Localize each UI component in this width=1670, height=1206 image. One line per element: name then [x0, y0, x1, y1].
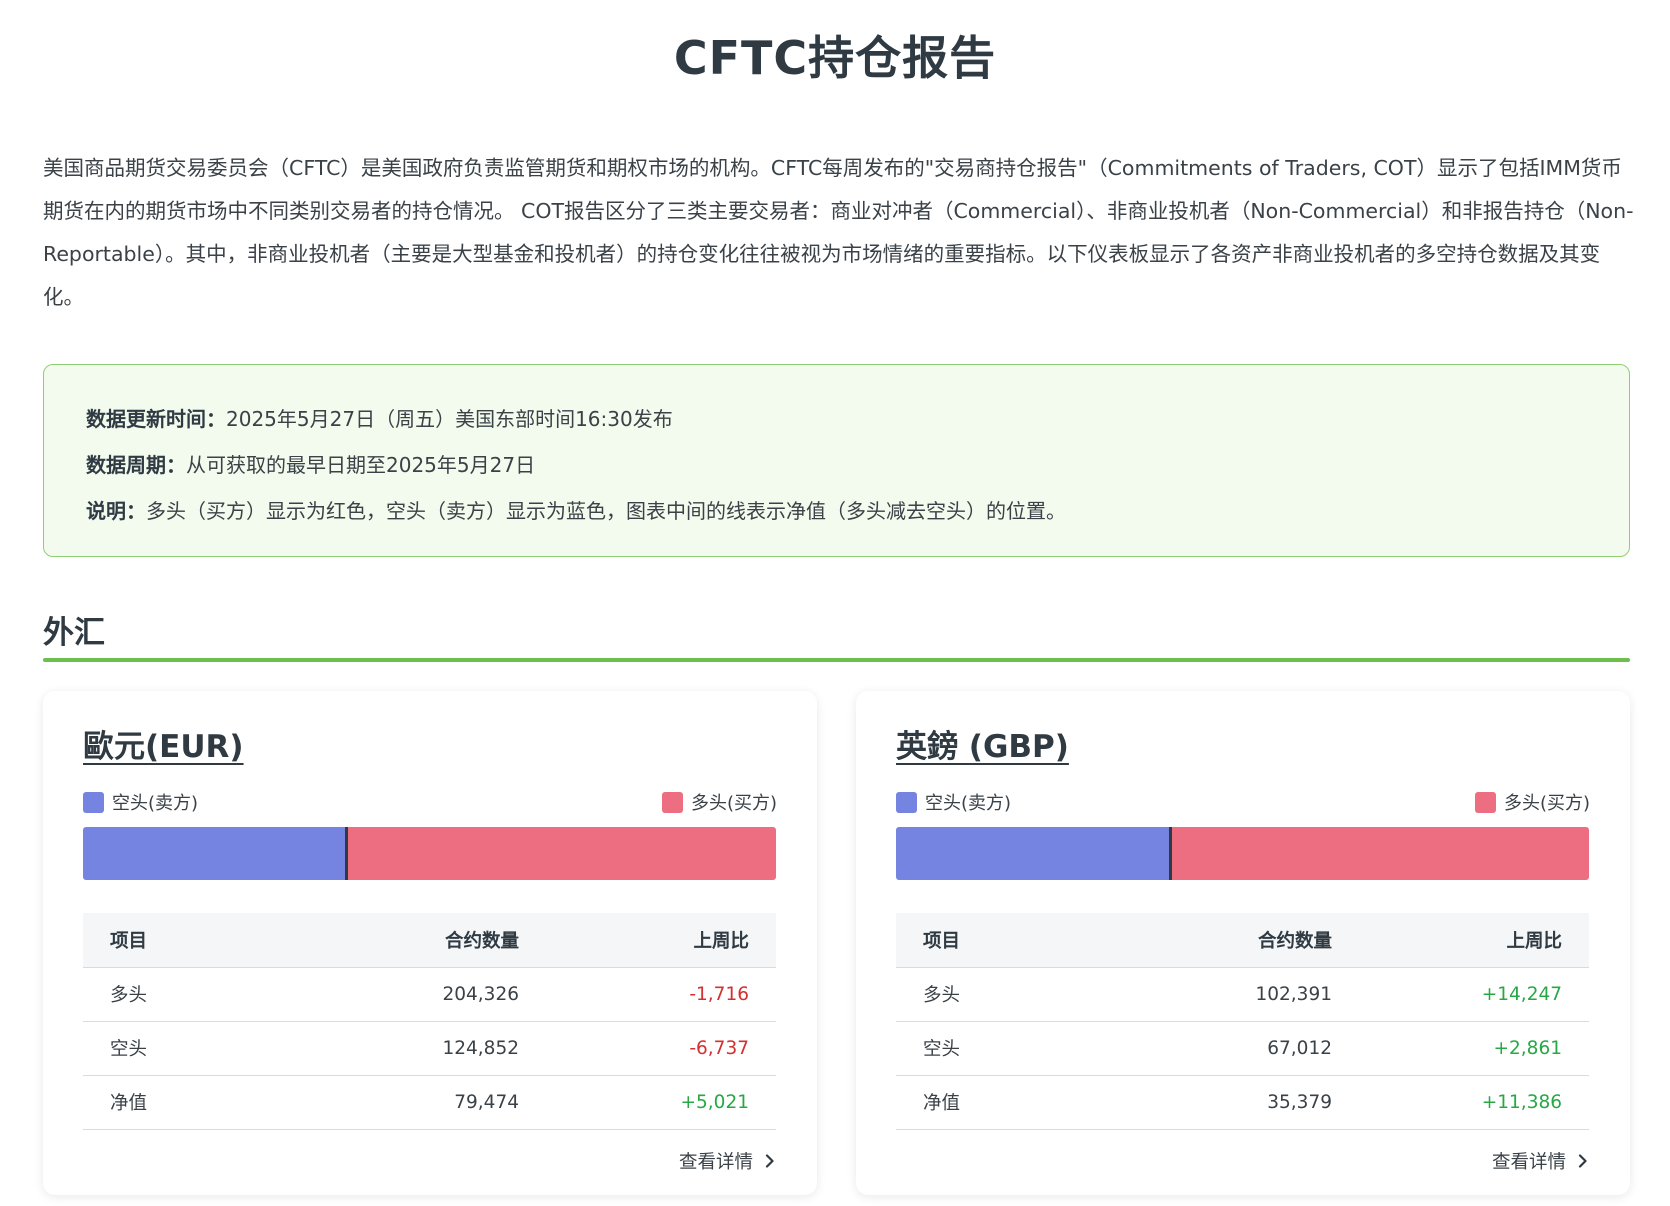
view-details-label: 查看详情 [678, 1152, 753, 1173]
position-table: 项目 合约数量 上周比 多头 102,391 +14,247 空头 67,012… [896, 913, 1589, 1130]
cell-item: 净值 [83, 1075, 273, 1130]
table-header-row: 项目 合约数量 上周比 [896, 913, 1589, 968]
table-row-short: 空头 67,012 +2,861 [896, 1021, 1589, 1076]
legend-long-swatch [661, 791, 683, 813]
data-period-value: 从可获取的最早日期至2025年5月27日 [186, 453, 536, 477]
legend-long-swatch [1474, 791, 1496, 813]
legend-short: 空头(卖方) [83, 789, 198, 815]
chevron-right-icon [1578, 1154, 1587, 1168]
section-title-forex: 外汇 [43, 615, 105, 651]
table-header-row: 项目 合约数量 上周比 [83, 913, 776, 968]
note-value: 多头（买方）显示为红色，空头（卖方）显示为蓝色，图表中间的线表示净值（多头减去空… [146, 499, 1066, 523]
position-table: 项目 合约数量 上周比 多头 204,326 -1,716 空头 124,852… [83, 913, 776, 1130]
cell-contracts: 124,852 [273, 1021, 519, 1076]
note-line: 说明：多头（买方）显示为红色，空头（卖方）显示为蓝色，图表中间的线表示净值（多头… [86, 488, 1587, 534]
header-contracts: 合约数量 [273, 913, 519, 968]
cell-contracts: 79,474 [273, 1075, 519, 1130]
legend-long-label: 多头(买方) [690, 793, 777, 814]
cell-change: +2,861 [1332, 1021, 1589, 1076]
update-time-value: 2025年5月27日（周五）美国东部时间16:30发布 [226, 407, 673, 431]
table-row-long: 多头 102,391 +14,247 [896, 967, 1589, 1022]
page-title: CFTC持仓报告 [673, 31, 997, 85]
position-bar [896, 827, 1589, 880]
card-title-gbp[interactable]: 英鎊 (GBP) [896, 721, 1069, 766]
header-wow: 上周比 [519, 913, 776, 968]
header-item: 项目 [896, 913, 1086, 968]
cell-contracts: 102,391 [1086, 967, 1332, 1022]
header-wow: 上周比 [1332, 913, 1589, 968]
view-details-link-eur[interactable]: 查看详情 [679, 1148, 777, 1174]
note-label: 说明： [86, 499, 146, 523]
table-row-long: 多头 204,326 -1,716 [83, 967, 776, 1022]
header-contracts: 合约数量 [1086, 913, 1332, 968]
cell-change: +5,021 [519, 1075, 776, 1130]
cell-item: 多头 [83, 967, 273, 1022]
cell-item: 多头 [896, 967, 1086, 1022]
bar-short-segment [896, 827, 1171, 880]
cell-contracts: 204,326 [273, 967, 519, 1022]
update-time-line: 数据更新时间：2025年5月27日（周五）美国东部时间16:30发布 [86, 396, 1587, 442]
cell-change: -1,716 [519, 967, 776, 1022]
header-item: 项目 [83, 913, 273, 968]
update-time-label: 数据更新时间： [86, 407, 226, 431]
legend-short-swatch [896, 791, 917, 813]
net-position-marker [344, 827, 348, 880]
legend-long: 多头(买方) [661, 789, 777, 815]
card-title-eur[interactable]: 歐元(EUR) [83, 721, 244, 766]
legend-short: 空头(卖方) [896, 789, 1011, 815]
intro-paragraph: 美国商品期货交易委员会（CFTC）是美国政府负责监管期货和期权市场的机构。CFT… [43, 156, 1634, 309]
position-bar [83, 827, 776, 880]
table-row-net: 净值 35,379 +11,386 [896, 1075, 1589, 1130]
cell-item: 净值 [896, 1075, 1086, 1130]
data-period-label: 数据周期： [86, 453, 186, 477]
cell-item: 空头 [83, 1021, 273, 1076]
legend-short-label: 空头(卖方) [925, 793, 1012, 814]
bar-long-segment [345, 827, 776, 880]
card-gbp: 英鎊 (GBP) 空头(卖方) 多头(买方) 项目 合约数量 上周比 多头 10… [856, 691, 1630, 1195]
cell-contracts: 35,379 [1086, 1075, 1332, 1130]
cell-change: +14,247 [1332, 967, 1589, 1022]
info-box: 数据更新时间：2025年5月27日（周五）美国东部时间16:30发布 数据周期：… [43, 364, 1630, 557]
view-details-link-gbp[interactable]: 查看详情 [1492, 1148, 1590, 1174]
table-row-net: 净值 79,474 +5,021 [83, 1075, 776, 1130]
legend-long: 多头(买方) [1474, 789, 1590, 815]
cell-item: 空头 [896, 1021, 1086, 1076]
cell-contracts: 67,012 [1086, 1021, 1332, 1076]
bar-short-segment [83, 827, 346, 880]
data-period-line: 数据周期：从可获取的最早日期至2025年5月27日 [86, 442, 1587, 488]
net-position-marker [1169, 827, 1173, 880]
bar-long-segment [1170, 827, 1589, 880]
legend-short-swatch [83, 791, 104, 813]
table-row-short: 空头 124,852 -6,737 [83, 1021, 776, 1076]
section-divider [43, 658, 1630, 662]
cell-change: -6,737 [519, 1021, 776, 1076]
legend-short-label: 空头(卖方) [112, 793, 199, 814]
chevron-right-icon [765, 1154, 774, 1168]
card-eur: 歐元(EUR) 空头(卖方) 多头(买方) 项目 合约数量 上周比 多头 204… [43, 691, 817, 1195]
cell-change: +11,386 [1332, 1075, 1589, 1130]
view-details-label: 查看详情 [1491, 1152, 1566, 1173]
legend-long-label: 多头(买方) [1503, 793, 1590, 814]
